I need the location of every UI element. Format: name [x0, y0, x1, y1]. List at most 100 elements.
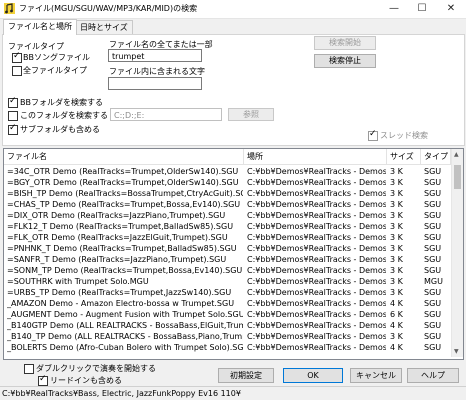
cell-filename: =DIX_OTR Demo (RealTracks=JazzPiano,Trum… [7, 211, 226, 220]
column-header-filename[interactable]: ファイル名 [4, 149, 244, 165]
thread-search-checkbox[interactable] [368, 129, 378, 141]
cell-size: 4 K [390, 321, 403, 330]
cell-filename: =PNHNK_T Demo (RealTracks=Trumpet,Ballad… [7, 244, 237, 253]
table-row[interactable]: =FLK_OTR Demo (RealTracks=JazzElGuit,Tru… [4, 232, 451, 243]
search-bb-folder-checkbox[interactable] [8, 96, 18, 108]
reset-defaults-button[interactable]: 初期設定 [218, 368, 274, 383]
cell-location: C:¥bb¥Demos¥RealTracks - Demos¥ [247, 178, 386, 187]
cell-type: SGU [424, 200, 442, 209]
table-row[interactable]: =CHAS_TP Demo (RealTracks=Trumpet,Bossa,… [4, 199, 451, 210]
dblclick-play-checkbox[interactable] [24, 364, 34, 374]
cell-type: SGU [424, 299, 442, 308]
cell-type: SGU [424, 255, 442, 264]
cell-filename: =34C_OTR Demo (RealTracks=Trumpet,OlderS… [7, 167, 239, 176]
column-header-type[interactable]: タイプ [421, 149, 451, 165]
cell-type: SGU [424, 310, 442, 319]
tab-date-size[interactable]: 日時とサイズ [75, 20, 133, 34]
table-row[interactable]: =34C_OTR Demo (RealTracks=Trumpet,OlderS… [4, 166, 451, 177]
close-button[interactable]: ✕ [437, 0, 465, 18]
table-row[interactable]: =URBS_TP Demo (RealTracks=Trumpet,JazzSw… [4, 287, 451, 298]
cell-type: SGU [424, 233, 442, 242]
cell-location: C:¥bb¥Demos¥RealTracks - Demos¥ [247, 233, 386, 242]
cell-location: C:¥bb¥Demos¥RealTracks - Demos¥ [247, 244, 386, 253]
column-header-size[interactable]: サイズ [387, 149, 421, 165]
maximize-button[interactable]: ☐ [408, 0, 436, 18]
cell-size: 3 K [390, 211, 403, 220]
cancel-button[interactable]: キャンセル [350, 368, 402, 383]
folder-path-input[interactable]: C:;D:;E: [110, 108, 222, 121]
tab-filename-location[interactable]: ファイル名と場所 [3, 19, 77, 35]
filename-input[interactable]: trumpet [108, 49, 202, 62]
cell-filename: _B140_TP Demo (ALL REALTRACKS - BossaBas… [7, 332, 243, 341]
help-button[interactable]: ヘルプ [407, 368, 459, 383]
vertical-scrollbar[interactable]: ▲ ▼ [451, 149, 463, 357]
cell-size: 4 K [390, 299, 403, 308]
table-row[interactable]: =SOUTHRK with Trumpet Solo.MGU C:¥bb¥Demo… [4, 276, 451, 287]
thread-search-label: スレッド検索 [380, 131, 428, 140]
table-row[interactable]: =DIX_OTR Demo (RealTracks=JazzPiano,Trum… [4, 210, 451, 221]
table-row[interactable]: =SONM_TP Demo (RealTracks=Trumpet,Bossa,… [4, 265, 451, 276]
table-row[interactable]: =BISH_TP Demo (RealTracks=BossaTrumpet,C… [4, 188, 451, 199]
start-search-button[interactable]: 検索開始 [314, 36, 376, 50]
cell-type: SGU [424, 167, 442, 176]
cell-filename: _B140GTP Demo (ALL REALTRACKS - BossaBas… [7, 321, 243, 330]
cell-filename: =BISH_TP Demo (RealTracks=BossaTrumpet,C… [7, 189, 243, 198]
search-this-folder-checkbox[interactable] [8, 111, 18, 121]
minimize-button[interactable]: — [380, 0, 408, 18]
cell-size: 3 K [390, 277, 403, 286]
table-row[interactable]: _AMAZON Demo - Amazon Electro-bossa w Tr… [4, 298, 451, 309]
ok-button[interactable]: OK [283, 368, 343, 383]
results-list[interactable]: ファイル名 場所 サイズ タイプ =34C_OTR Demo (RealTrac… [3, 148, 464, 360]
cell-location: C:¥bb¥Demos¥RealTracks - Demos¥ [247, 299, 386, 308]
cell-location: C:¥bb¥Demos¥RealTracks - Demos¥ [247, 288, 386, 297]
scroll-thumb[interactable] [454, 165, 461, 189]
cell-filename: _AUGMENT Demo - Augment Fusion with Trum… [7, 310, 243, 319]
all-file-types-label: 全ファイルタイプ [23, 66, 87, 75]
cell-type: MGU [424, 277, 443, 286]
table-row[interactable]: =BGY_OTR Demo (RealTracks=Trumpet,OlderS… [4, 177, 451, 188]
stop-search-button[interactable]: 検索停止 [314, 54, 376, 68]
browse-button[interactable]: 参照 [228, 108, 274, 121]
scroll-up-icon[interactable]: ▲ [454, 151, 459, 158]
cell-size: 4 K [390, 343, 403, 352]
status-bar: C:¥bb¥RealTracks¥Bass, Electric, JazzFun… [0, 386, 466, 400]
cell-filename: =CHAS_TP Demo (RealTracks=Trumpet,Bossa,… [7, 200, 241, 209]
table-row[interactable]: _B140_TP Demo (ALL REALTRACKS - BossaBas… [4, 331, 451, 342]
table-row[interactable]: _BOLERTS Demo (Afro-Cuban Bolero with Tr… [4, 342, 451, 353]
cell-type: SGU [424, 244, 442, 253]
table-row[interactable]: =PNHNK_T Demo (RealTracks=Trumpet,Ballad… [4, 243, 451, 254]
cell-size: 3 K [390, 222, 403, 231]
all-file-types-checkbox[interactable] [12, 66, 22, 76]
contains-text-label: ファイル内に含まれる文字 [109, 67, 205, 76]
table-row[interactable]: =SANFR_T Demo (RealTracks=JazzPiano,Trum… [4, 254, 451, 265]
cell-filename: =SANFR_T Demo (RealTracks=JazzPiano,Trum… [7, 255, 227, 264]
cell-location: C:¥bb¥Demos¥RealTracks - Demos¥ [247, 211, 386, 220]
cell-type: SGU [424, 332, 442, 341]
cell-filename: =FLK_OTR Demo (RealTracks=JazzElGuit,Tru… [7, 233, 228, 242]
cell-filename: =FLK12_T Demo (RealTracks=Trumpet,Ballad… [7, 222, 234, 231]
column-header-location[interactable]: 場所 [244, 149, 387, 165]
cell-type: SGU [424, 189, 442, 198]
cell-filename: =SONM_TP Demo (RealTracks=Trumpet,Bossa,… [7, 266, 243, 275]
include-leadin-label: リードインも含める [50, 376, 122, 385]
table-row[interactable]: =FLK12_T Demo (RealTracks=Trumpet,Ballad… [4, 221, 451, 232]
include-subfolders-checkbox[interactable] [8, 123, 18, 135]
contains-text-input[interactable] [108, 77, 202, 90]
cell-type: SGU [424, 321, 442, 330]
bb-song-checkbox[interactable] [12, 51, 22, 63]
cell-location: C:¥bb¥Demos¥RealTracks - Demos¥ [247, 321, 386, 330]
cell-filename: _AMAZON Demo - Amazon Electro-bossa w Tr… [7, 299, 235, 308]
cell-filename: =URBS_TP Demo (RealTracks=Trumpet,JazzSw… [7, 288, 232, 297]
cell-type: SGU [424, 211, 442, 220]
include-leadin-checkbox[interactable] [38, 374, 48, 386]
scroll-down-icon[interactable]: ▼ [454, 348, 459, 355]
cell-location: C:¥bb¥Demos¥RealTracks - Demos¥ [247, 200, 386, 209]
cell-location: C:¥bb¥Demos¥RealTracks - Demos¥ [247, 255, 386, 264]
cell-type: SGU [424, 222, 442, 231]
table-row[interactable]: _AUGMENT Demo - Augment Fusion with Trum… [4, 309, 451, 320]
cell-location: C:¥bb¥Demos¥RealTracks - Demos¥ [247, 310, 386, 319]
cell-type: SGU [424, 178, 442, 187]
table-row[interactable]: _B140GTP Demo (ALL REALTRACKS - BossaBas… [4, 320, 451, 331]
cell-size: 3 K [390, 189, 403, 198]
cell-location: C:¥bb¥Demos¥RealTracks - Demos¥ [247, 222, 386, 231]
